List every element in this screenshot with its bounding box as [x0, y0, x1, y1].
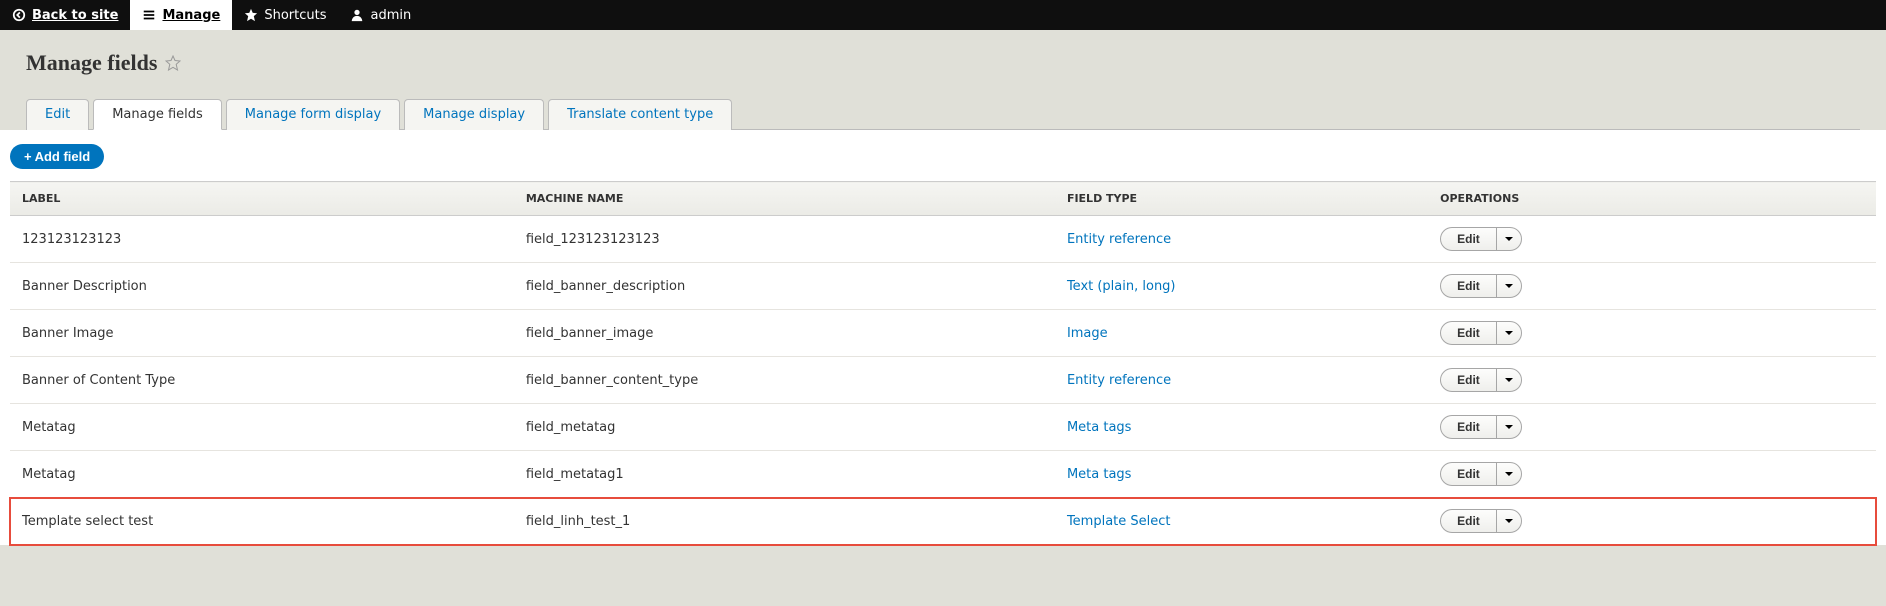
- cell-label: 123123123123: [10, 216, 514, 263]
- cell-ops: Edit: [1428, 451, 1876, 498]
- cell-label: Metatag: [10, 451, 514, 498]
- table-row: Template select testfield_linh_test_1 Tem…: [10, 498, 1876, 545]
- table-row: Banner of Content Typefield_banner_conte…: [10, 357, 1876, 404]
- user-icon: [350, 8, 364, 22]
- ops-dropdown-button[interactable]: [1496, 321, 1522, 345]
- cell-type: Meta tags: [1055, 404, 1428, 451]
- ops-dropdown-button[interactable]: [1496, 462, 1522, 486]
- user-link[interactable]: admin: [338, 0, 423, 30]
- field-type-link[interactable]: Meta tags: [1067, 467, 1132, 482]
- th-label[interactable]: LABEL: [10, 182, 514, 216]
- page-title-text: Manage fields: [26, 50, 157, 76]
- hamburger-icon: [142, 8, 156, 22]
- table-row: Metatagfield_metatag Meta tags Edit: [10, 404, 1876, 451]
- caret-down-icon: [1505, 235, 1513, 243]
- tab-manage-display[interactable]: Manage display: [404, 99, 544, 130]
- tab-translate-content-type[interactable]: Translate content type: [548, 99, 732, 130]
- content-area: Add field LABEL MACHINE NAME FIELD TYPE …: [0, 130, 1886, 545]
- ops-dropdown-button[interactable]: [1496, 368, 1522, 392]
- th-machine[interactable]: MACHINE NAME: [514, 182, 1055, 216]
- fields-table: LABEL MACHINE NAME FIELD TYPE OPERATIONS…: [10, 181, 1876, 545]
- edit-button[interactable]: Edit: [1440, 368, 1496, 392]
- ops-dropdown-button[interactable]: [1496, 415, 1522, 439]
- tab-manage-fields[interactable]: Manage fields: [93, 99, 222, 130]
- cell-label: Banner Description: [10, 263, 514, 310]
- cell-type: Text (plain, long): [1055, 263, 1428, 310]
- table-row: Metatagfield_metatag1 Meta tags Edit: [10, 451, 1876, 498]
- cell-label: Banner Image: [10, 310, 514, 357]
- edit-button[interactable]: Edit: [1440, 321, 1496, 345]
- caret-down-icon: [1505, 470, 1513, 478]
- admin-toolbar: Back to site Manage Shortcuts admin: [0, 0, 1886, 30]
- tab-edit[interactable]: Edit: [26, 99, 89, 130]
- back-to-site-link[interactable]: Back to site: [0, 0, 130, 30]
- cell-type: Image: [1055, 310, 1428, 357]
- edit-button[interactable]: Edit: [1440, 227, 1496, 251]
- caret-down-icon: [1505, 282, 1513, 290]
- cell-ops: Edit: [1428, 216, 1876, 263]
- caret-down-icon: [1505, 423, 1513, 431]
- manage-link[interactable]: Manage: [130, 0, 232, 30]
- edit-button[interactable]: Edit: [1440, 462, 1496, 486]
- tabs-nav: EditManage fieldsManage form displayMana…: [26, 98, 1860, 130]
- cell-machine: field_banner_image: [514, 310, 1055, 357]
- cell-machine: field_banner_description: [514, 263, 1055, 310]
- ops-dropdown-button[interactable]: [1496, 509, 1522, 533]
- cell-ops: Edit: [1428, 310, 1876, 357]
- cell-type: Template Select: [1055, 498, 1428, 545]
- add-field-button[interactable]: Add field: [10, 144, 104, 169]
- field-type-link[interactable]: Text (plain, long): [1067, 279, 1176, 294]
- cell-label: Metatag: [10, 404, 514, 451]
- cell-ops: Edit: [1428, 263, 1876, 310]
- table-row: 123123123123field_123123123123 Entity ref…: [10, 216, 1876, 263]
- cell-ops: Edit: [1428, 498, 1876, 545]
- back-arrow-icon: [12, 8, 26, 22]
- cell-machine: field_123123123123: [514, 216, 1055, 263]
- ops-dropdown-button[interactable]: [1496, 274, 1522, 298]
- edit-button[interactable]: Edit: [1440, 509, 1496, 533]
- cell-machine: field_metatag: [514, 404, 1055, 451]
- edit-button[interactable]: Edit: [1440, 274, 1496, 298]
- ops-dropdown-button[interactable]: [1496, 227, 1522, 251]
- cell-machine: field_banner_content_type: [514, 357, 1055, 404]
- page-title: Manage fields: [26, 50, 1860, 76]
- star-icon: [244, 8, 258, 22]
- back-to-site-label: Back to site: [32, 8, 118, 23]
- caret-down-icon: [1505, 376, 1513, 384]
- cell-label: Template select test: [10, 498, 514, 545]
- field-type-link[interactable]: Entity reference: [1067, 373, 1171, 388]
- field-type-link[interactable]: Image: [1067, 326, 1108, 341]
- user-label: admin: [370, 8, 411, 23]
- table-row: Banner Descriptionfield_banner_descripti…: [10, 263, 1876, 310]
- shortcuts-link[interactable]: Shortcuts: [232, 0, 338, 30]
- th-ops[interactable]: OPERATIONS: [1428, 182, 1876, 216]
- page-content: Manage fields EditManage fieldsManage fo…: [0, 30, 1886, 130]
- cell-machine: field_metatag1: [514, 451, 1055, 498]
- cell-type: Entity reference: [1055, 216, 1428, 263]
- cell-ops: Edit: [1428, 404, 1876, 451]
- shortcuts-label: Shortcuts: [264, 8, 326, 23]
- cell-ops: Edit: [1428, 357, 1876, 404]
- field-type-link[interactable]: Entity reference: [1067, 232, 1171, 247]
- favorite-star-icon[interactable]: [165, 55, 181, 71]
- manage-label: Manage: [162, 8, 220, 23]
- field-type-link[interactable]: Meta tags: [1067, 420, 1132, 435]
- table-row: Banner Imagefield_banner_image Image Edit: [10, 310, 1876, 357]
- field-type-link[interactable]: Template Select: [1067, 514, 1171, 529]
- th-type[interactable]: FIELD TYPE: [1055, 182, 1428, 216]
- cell-type: Meta tags: [1055, 451, 1428, 498]
- cell-label: Banner of Content Type: [10, 357, 514, 404]
- caret-down-icon: [1505, 329, 1513, 337]
- cell-machine: field_linh_test_1: [514, 498, 1055, 545]
- tab-manage-form-display[interactable]: Manage form display: [226, 99, 400, 130]
- edit-button[interactable]: Edit: [1440, 415, 1496, 439]
- caret-down-icon: [1505, 517, 1513, 525]
- cell-type: Entity reference: [1055, 357, 1428, 404]
